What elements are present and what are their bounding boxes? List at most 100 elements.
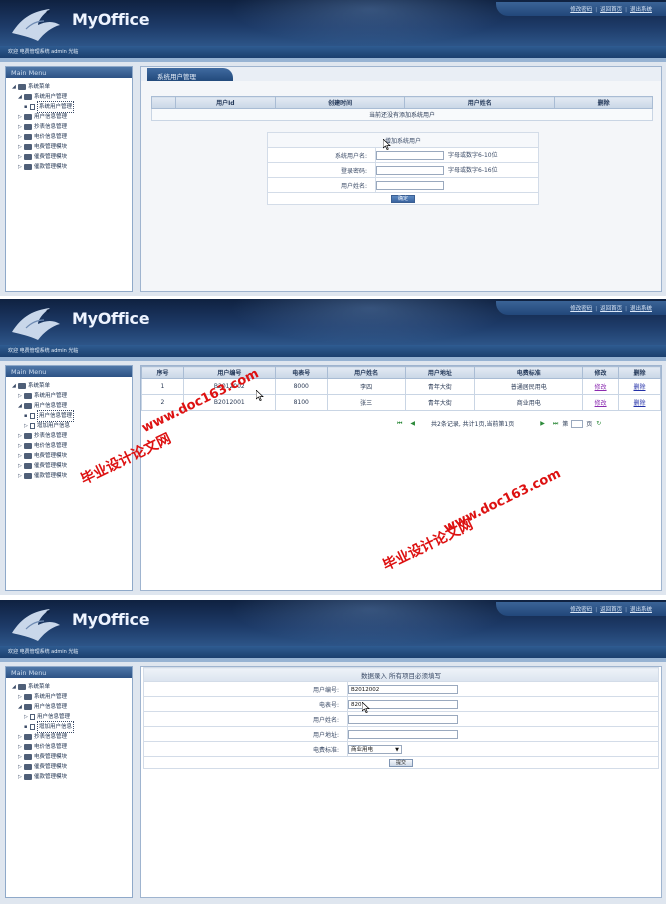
password-label: 登录密码: [267, 162, 376, 178]
add-user-info-form: 数据录入 所有项目必须填写 用户编号: B2012002 电表号: 820 用户… [143, 667, 659, 769]
form-title: 数据录入 所有项目必须填写 [143, 667, 659, 682]
sidebar-title: Main Menu [6, 667, 132, 678]
tree-fee-mgmt[interactable]: ▷ 电费管理模块 [12, 752, 132, 762]
username-hint: 字母或数字6-10位 [448, 152, 498, 159]
tree-root[interactable]: ◢ 系统菜单 [12, 82, 132, 92]
user-id-input[interactable]: B2012002 [348, 684, 458, 694]
tree-root[interactable]: ◢ 系统菜单 [12, 381, 132, 391]
tree-meter-mgmt[interactable]: ▷ 抄表信息管理 [12, 431, 132, 441]
tree-meter-mgmt[interactable]: ▷ 抄表信息管理 [12, 122, 132, 132]
col-delete: 删除 [618, 366, 661, 379]
tree-add-user-info-page[interactable]: ▪ 增加用户信息 [12, 721, 132, 733]
delete-link[interactable]: 删除 [634, 384, 646, 391]
tree-sys-user-mgmt-page[interactable]: ▪ 系统用户管理 [12, 101, 132, 113]
folder-icon [24, 473, 32, 479]
empty-message: 当前还没有添加系统用户 [151, 108, 653, 121]
submit-button[interactable]: 提交 [388, 758, 413, 767]
tree-sys-user-mgmt[interactable]: ▷ 系统用户管理 [12, 692, 132, 702]
tree-root[interactable]: ◢ 系统菜单 [12, 682, 132, 692]
password-hint: 字母或数字6-16位 [448, 167, 498, 174]
page-icon [30, 724, 35, 730]
sidebar-title: Main Menu [6, 67, 132, 78]
user-id-label: 用户编号: [143, 681, 348, 697]
folder-icon [24, 403, 32, 409]
username-input[interactable] [376, 151, 444, 160]
col-meter: 电表号 [274, 366, 328, 379]
next-page-icon[interactable]: ▶ [540, 420, 545, 427]
tree-meter-mgmt[interactable]: ▷ 抄表信息管理 [12, 732, 132, 742]
tree-add-user-info-page[interactable]: ▷ 增加用户信息 [12, 421, 132, 431]
user-name-input[interactable] [348, 714, 458, 724]
page-icon [30, 423, 35, 429]
folder-icon [24, 124, 32, 130]
user-name-label: 用户姓名: [143, 711, 348, 727]
go-icon[interactable]: ↻ [596, 420, 601, 427]
tree-price-mgmt[interactable]: ▷ 电价信息管理 [12, 132, 132, 142]
screenshot-user-info-management: MyOffice 修改密码 | 返回首页 | 退出系统 欢迎 电费管理系统 admin … [0, 299, 666, 595]
screenshot-system-user-management: MyOffice 修改密码 | 返回首页 | 退出系统 欢迎 电费管理系统 admin … [0, 0, 666, 296]
tree-price-mgmt[interactable]: ▷ 电价信息管理 [12, 441, 132, 451]
sidebar-title: Main Menu [6, 366, 132, 377]
content-panel: 数据录入 所有项目必须填写 用户编号: B2012002 电表号: 820 用户… [140, 666, 662, 898]
tree-sys-user-mgmt[interactable]: ▷ 系统用户管理 [12, 391, 132, 401]
logout-link[interactable]: 退出系统 [630, 306, 652, 312]
tree-pay-mgmt[interactable]: ▷ 催费管理模块 [12, 762, 132, 772]
password-input[interactable] [376, 166, 444, 175]
welcome-text: 欢迎 电费管理系统 admin 光临 [8, 49, 79, 55]
standard-select[interactable]: 商业用电 ▼ [348, 744, 402, 754]
folder-icon [24, 704, 32, 710]
col-user-id: 用户编号 [182, 366, 276, 379]
sidebar-menu: Main Menu ◢ 系统菜单 ▷ 系统用户管理 ◢ 用户信息管理 ▷ 用户信息管理 … [5, 666, 133, 898]
pager: ⏮ ◀ 共2条记录, 共计1页,当前第1页 ▶ ⏭ 第 页 ↻ [393, 419, 605, 428]
tree-owed-mgmt[interactable]: ▷ 催款管理模块 [12, 162, 132, 172]
col-user-id: 用户Id [174, 96, 276, 109]
bird-logo-icon [12, 609, 60, 641]
col-user-name: 用户姓名 [404, 96, 556, 109]
logout-link[interactable]: 退出系统 [630, 7, 652, 13]
col-edit: 修改 [582, 366, 620, 379]
goto-label: 第 [562, 421, 569, 428]
logout-link[interactable]: 退出系统 [630, 607, 652, 613]
col-created-time: 创建时间 [274, 96, 406, 109]
user-address-input[interactable] [348, 729, 458, 739]
realname-input[interactable] [376, 180, 444, 190]
cell-no: 1 [141, 378, 184, 395]
delete-link[interactable]: 删除 [634, 400, 646, 407]
page-number-input[interactable] [571, 419, 584, 428]
tree-owed-mgmt[interactable]: ▷ 催款管理模块 [12, 772, 132, 782]
last-page-icon[interactable]: ⏭ [553, 420, 558, 428]
col-no: 序号 [141, 366, 184, 379]
home-link[interactable]: 返回首页 [600, 607, 622, 613]
home-link[interactable]: 返回首页 [600, 7, 622, 13]
change-password-link[interactable]: 修改密码 [570, 306, 592, 312]
tree-user-info-mgmt[interactable]: ▷ 用户信息管理 [12, 112, 132, 122]
standard-label: 电费标准: [143, 741, 348, 757]
change-password-link[interactable]: 修改密码 [570, 7, 592, 13]
sidebar-menu: Main Menu ◢ 系统菜单 ◢ 系统用户管理 ▪ 系统用户管理 ▷ 用户信息管理 … [5, 66, 133, 292]
home-link[interactable]: 返回首页 [600, 306, 622, 312]
tree-fee-mgmt[interactable]: ▷ 电费管理模块 [12, 142, 132, 152]
form-title: 增加系统用户 [267, 132, 539, 148]
folder-icon [24, 764, 32, 770]
edit-link[interactable]: 修改 [595, 400, 607, 407]
tree-user-info-mgmt-page[interactable]: ▪ 用户信息管理 [12, 410, 132, 422]
tab-sys-user-mgmt[interactable]: 系统用户管理 [147, 68, 233, 81]
tree-pay-mgmt[interactable]: ▷ 催费管理模块 [12, 152, 132, 162]
welcome-text: 欢迎 电费管理系统 admin 光临 [8, 649, 79, 655]
change-password-link[interactable]: 修改密码 [570, 607, 592, 613]
user-address-label: 用户地址: [143, 726, 348, 742]
welcome-bar: 欢迎 电费管理系统 admin 光临 [0, 646, 666, 658]
edit-link[interactable]: 修改 [595, 384, 607, 391]
tree-user-info-mgmt[interactable]: ◢ 用户信息管理 [12, 702, 132, 712]
folder-icon [24, 433, 32, 439]
first-page-icon[interactable]: ⏮ [397, 420, 402, 428]
app-logo: MyOffice [72, 10, 150, 29]
folder-icon [24, 164, 32, 170]
welcome-text: 欢迎 电费管理系统 admin 光临 [8, 348, 79, 354]
col-delete: 删除 [554, 96, 653, 109]
confirm-button[interactable]: 确定 [390, 194, 415, 203]
prev-page-icon[interactable]: ◀ [410, 420, 415, 427]
folder-icon [24, 463, 32, 469]
tree-price-mgmt[interactable]: ▷ 电价信息管理 [12, 742, 132, 752]
page-icon [30, 714, 35, 720]
